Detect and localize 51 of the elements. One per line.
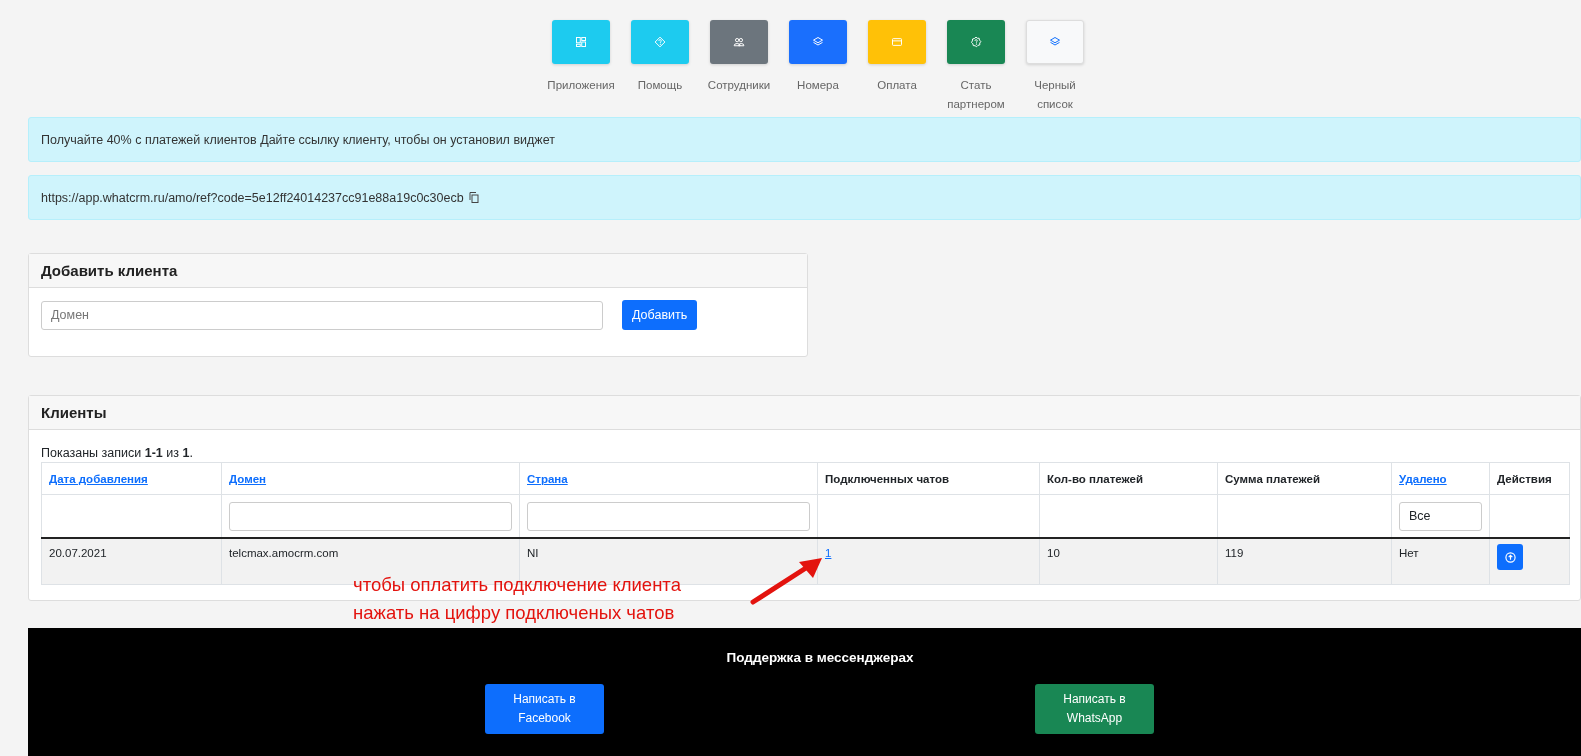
nav-label: Черный список [1033,78,1077,112]
nav-tile[interactable] [868,20,926,64]
alert-text: Получайте 40% с платежей клиентов Дайте ссылку клиенту, чтобы он установил виджет [41,132,555,147]
arrow-up-circle-icon [1504,551,1516,563]
nav-label: Номера [797,78,839,93]
sort-link[interactable]: Домен [229,472,267,485]
card-title: Добавить клиента [41,262,178,279]
messenger-button[interactable]: Написать в Facebook [485,684,604,734]
nav-label: Приложения [547,78,615,93]
nav-tile[interactable] [947,20,1005,64]
nav-tile[interactable] [552,20,610,64]
nav-label: Стать партнером [947,78,1005,112]
card-title: Клиенты [41,404,107,421]
column-header: Подключенных чатов [817,462,1040,495]
records-summary: Показаны записи 1-1 из 1. [41,446,193,460]
filter-select[interactable]: Все [1399,501,1482,531]
column-header: Сумма платежей [1217,462,1392,495]
domain-input[interactable]: Домен [41,300,603,330]
layers-icon [1049,36,1061,48]
diamond-question-icon [654,36,666,48]
nav-label: Помощь [637,78,683,93]
nav-label: Сотрудники [707,78,771,93]
chats-link[interactable]: 1 [825,547,832,559]
sort-link[interactable]: Страна [527,472,568,485]
card-icon [891,36,903,48]
filter-input[interactable] [527,501,810,531]
column-header: Кол-во платежей [1039,462,1218,495]
table-cell: 10 [1039,538,1218,585]
people-icon [733,36,745,48]
nav-tile[interactable] [631,20,689,64]
table-cell: 119 [1217,538,1392,585]
action-button[interactable] [1497,544,1523,570]
sort-link[interactable]: Удалено [1399,472,1447,485]
add-button[interactable]: Добавить [622,300,698,330]
table-cell: Нет [1391,538,1490,585]
grid-icon [575,36,587,48]
annotation-arrow [750,558,822,605]
annotation-text: нажать на цифру подключеных чатов [353,601,676,625]
table-cell: 20.07.2021 [41,538,222,585]
nav-tile[interactable] [1026,20,1084,64]
nav-tile[interactable] [710,20,768,64]
referral-link[interactable]: https://app.whatcrm.ru/amo/ref?code=5e12ff24014237cc91e88a19c0c30ecb [41,190,464,205]
messenger-button[interactable]: Написать в WhatsApp [1035,684,1154,734]
filter-input[interactable] [229,501,512,531]
badge-question-icon [970,36,982,48]
column-header: Действия [1489,462,1570,495]
footer-title: Поддержка в мессенджерах [725,650,915,665]
layers-icon [812,36,824,48]
copy-icon[interactable] [468,192,479,203]
nav-label: Оплата [877,78,917,93]
nav-tile[interactable] [789,20,847,64]
